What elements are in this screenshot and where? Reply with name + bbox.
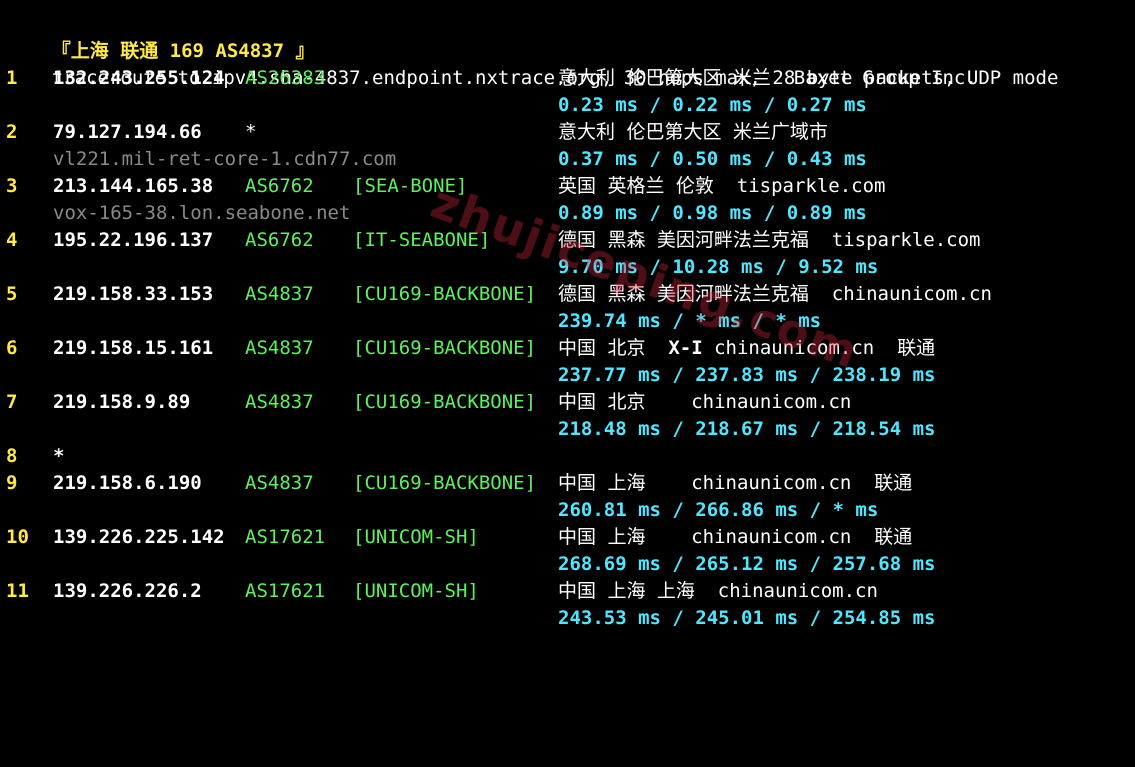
hop-geo: chinaunicom.cn 联通 (702, 337, 936, 359)
hop-row: 10 139.226.225.142 AS17621 [UNICOM-SH] 中… (6, 524, 912, 551)
hop-geo-bold: X-I (668, 337, 703, 359)
hop-asn: AS17621 (245, 526, 326, 548)
terminal-window: 『上海 联通 169 AS4837 』 traceroute to ipv4.s… (0, 0, 1135, 647)
hop-ip: 219.158.9.89 (53, 391, 191, 413)
hop-ip: 139.226.226.2 (53, 580, 202, 602)
hop-ip: 219.158.33.153 (53, 283, 214, 305)
hop-row: 1 132.243.255.124 AS26383 意大利 伦巴第大区 米兰 B… (6, 65, 977, 92)
hop-tag: [SEA-BONE] (353, 175, 468, 197)
hop-rtt: 9.70 ms / 10.28 ms / 9.52 ms (558, 256, 879, 278)
hop-geo: 意大利 伦巴第大区 米兰广域市 (558, 121, 828, 143)
hop-detail-row: 243.53 ms / 245.01 ms / 254.85 ms (6, 605, 936, 632)
hop-geo: 德国 黑森 美因河畔法兰克福 chinaunicom.cn (558, 283, 992, 305)
hop-rtt: 0.23 ms / 0.22 ms / 0.27 ms (558, 94, 867, 116)
hop-row: 11 139.226.226.2 AS17621 [UNICOM-SH] 中国 … (6, 578, 878, 605)
hop-geo: 意大利 伦巴第大区 米兰 Baxet Group Inc. (558, 67, 977, 89)
hop-number: 1 (6, 67, 18, 89)
hop-geo-group: 中国 北京 X-I chinaunicom.cn 联通 (558, 335, 935, 362)
hop-number: 2 (6, 121, 18, 143)
hop-geo-prefix: 中国 北京 (558, 337, 669, 359)
hop-asn: AS6762 (245, 229, 314, 251)
hop-geo: 中国 上海 chinaunicom.cn 联通 (558, 472, 913, 494)
hop-tag: [IT-SEABONE] (353, 229, 491, 251)
hop-detail-row: 218.48 ms / 218.67 ms / 218.54 ms (6, 416, 936, 443)
hop-rtt: 260.81 ms / 266.86 ms / * ms (558, 499, 879, 521)
hop-number: 10 (6, 526, 29, 548)
hop-number: 7 (6, 391, 18, 413)
hop-number: 9 (6, 472, 18, 494)
hop-detail-row: 260.81 ms / 266.86 ms / * ms (6, 497, 878, 524)
hop-tag: [CU169-BACKBONE] (353, 391, 537, 413)
hop-ip: 79.127.194.66 (53, 121, 202, 143)
hop-row: 2 79.127.194.66 * 意大利 伦巴第大区 米兰广域市 (6, 119, 828, 146)
hop-row: 8 * (6, 443, 64, 470)
hop-asn: * (245, 121, 257, 143)
hop-asn: AS6762 (245, 175, 314, 197)
hop-rtt: 0.37 ms / 0.50 ms / 0.43 ms (558, 148, 867, 170)
hop-rtt: 237.77 ms / 237.83 ms / 238.19 ms (558, 364, 936, 386)
hop-ip: 139.226.225.142 (53, 526, 225, 548)
hop-detail-row: 237.77 ms / 237.83 ms / 238.19 ms (6, 362, 936, 389)
hop-detail-row: vox-165-38.lon.seabone.net 0.89 ms / 0.9… (6, 200, 867, 227)
hop-rtt: 243.53 ms / 245.01 ms / 254.85 ms (558, 607, 936, 629)
hop-ip: 219.158.6.190 (53, 472, 202, 494)
hop-number: 4 (6, 229, 18, 251)
hop-ip: 195.22.196.137 (53, 229, 214, 251)
hop-tag: [CU169-BACKBONE] (353, 337, 537, 359)
hop-rtt: 239.74 ms / * ms / * ms (558, 310, 822, 332)
hop-ip: 219.158.15.161 (53, 337, 214, 359)
hop-row: 4 195.22.196.137 AS6762 [IT-SEABONE] 德国 … (6, 227, 980, 254)
hop-row: 9 219.158.6.190 AS4837 [CU169-BACKBONE] … (6, 470, 912, 497)
hop-row: 5 219.158.33.153 AS4837 [CU169-BACKBONE]… (6, 281, 992, 308)
hop-ip: 213.144.165.38 (53, 175, 214, 197)
hop-asn: AS4837 (245, 472, 314, 494)
hop-number: 8 (6, 445, 18, 467)
hop-ip: 132.243.255.124 (53, 67, 225, 89)
header-title-line: 『上海 联通 169 AS4837 』 (6, 11, 315, 62)
hop-tag: [UNICOM-SH] (353, 580, 479, 602)
hop-asn: AS4837 (245, 391, 314, 413)
hop-number: 5 (6, 283, 18, 305)
hop-ip: * (53, 445, 65, 467)
hop-detail-row: 0.23 ms / 0.22 ms / 0.27 ms (6, 92, 867, 119)
hop-detail-row: 268.69 ms / 265.12 ms / 257.68 ms (6, 551, 936, 578)
hop-asn: AS4837 (245, 337, 314, 359)
hop-rtt: 0.89 ms / 0.98 ms / 0.89 ms (558, 202, 867, 224)
hop-detail-row: 239.74 ms / * ms / * ms (6, 308, 821, 335)
hop-number: 6 (6, 337, 18, 359)
hop-rtt: 218.48 ms / 218.67 ms / 218.54 ms (558, 418, 936, 440)
hop-geo: 英国 英格兰 伦敦 tisparkle.com (558, 175, 886, 197)
hop-detail-row: vl221.mil-ret-core-1.cdn77.com 0.37 ms /… (6, 146, 867, 173)
hop-number: 3 (6, 175, 18, 197)
hop-geo: 德国 黑森 美因河畔法兰克福 tisparkle.com (558, 229, 981, 251)
hop-row: 7 219.158.9.89 AS4837 [CU169-BACKBONE] 中… (6, 389, 851, 416)
hop-row: 3 213.144.165.38 AS6762 [SEA-BONE] 英国 英格… (6, 173, 885, 200)
hop-detail-row: 9.70 ms / 10.28 ms / 9.52 ms (6, 254, 878, 281)
hop-row: 6 219.158.15.161 AS4837 [CU169-BACKBONE]… (6, 335, 935, 362)
hop-number: 11 (6, 580, 29, 602)
hop-hostname: vox-165-38.lon.seabone.net (53, 202, 351, 224)
hop-tag: [UNICOM-SH] (353, 526, 479, 548)
hop-tag: [CU169-BACKBONE] (353, 283, 537, 305)
hop-tag: [CU169-BACKBONE] (353, 472, 537, 494)
hop-hostname: vl221.mil-ret-core-1.cdn77.com (53, 148, 397, 170)
hop-rtt: 268.69 ms / 265.12 ms / 257.68 ms (558, 553, 936, 575)
command-line: traceroute to ipv4.sha-4837.endpoint.nxt… (6, 38, 1059, 89)
hop-asn: AS4837 (245, 283, 314, 305)
hop-geo: 中国 上海 上海 chinaunicom.cn (558, 580, 878, 602)
hop-asn: AS26383 (245, 67, 326, 89)
hop-geo: 中国 上海 chinaunicom.cn 联通 (558, 526, 913, 548)
hop-geo: 中国 北京 chinaunicom.cn (558, 391, 852, 413)
hop-asn: AS17621 (245, 580, 326, 602)
